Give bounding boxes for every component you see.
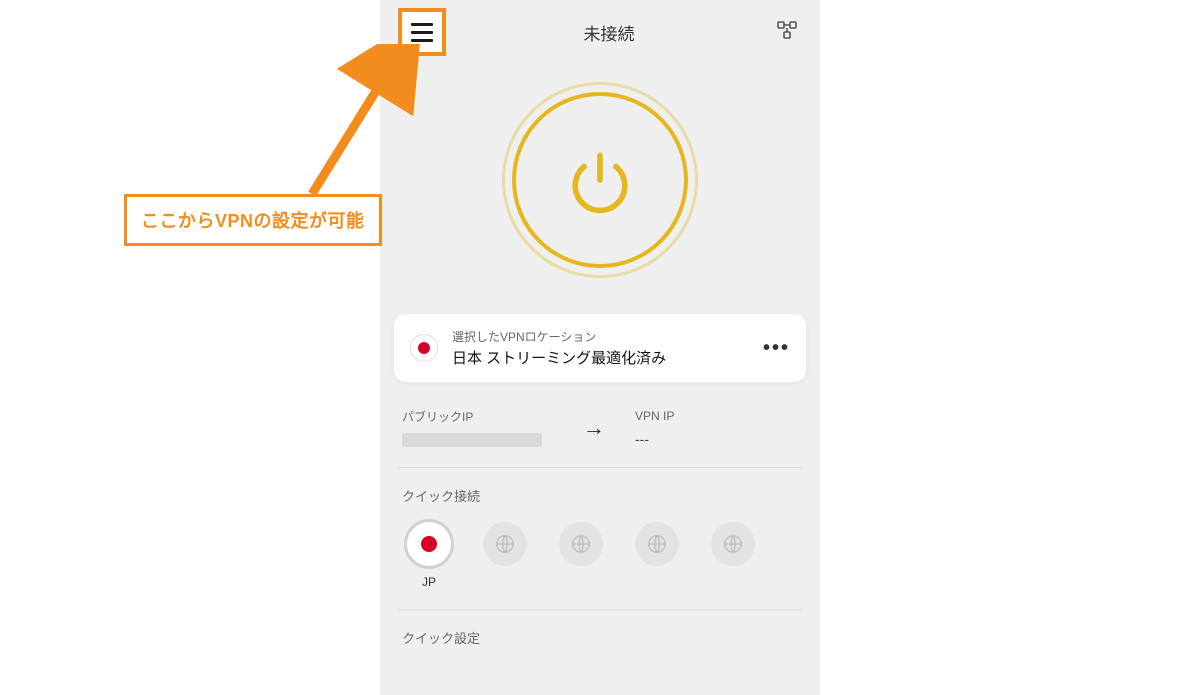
public-ip-col: パブリックIP xyxy=(402,408,565,447)
public-ip-masked xyxy=(402,433,542,447)
divider xyxy=(398,467,802,468)
app-header: 未接続 xyxy=(380,0,820,64)
hamburger-icon xyxy=(411,23,433,42)
menu-button[interactable] xyxy=(398,8,446,56)
widget-icon[interactable] xyxy=(775,18,799,47)
quick-connect-item[interactable] xyxy=(478,519,532,589)
quick-connect-label: クイック接続 xyxy=(402,486,798,505)
quick-connect-row: JP xyxy=(402,519,798,589)
location-card-label: 選択したVPNロケーション xyxy=(452,328,749,345)
quick-connect-item[interactable] xyxy=(706,519,760,589)
flag-jp-icon xyxy=(410,334,438,362)
power-button-area xyxy=(380,82,820,278)
globe-icon xyxy=(632,519,682,569)
divider xyxy=(398,609,802,610)
quick-connect-item[interactable]: JP xyxy=(402,519,456,589)
connection-status: 未接続 xyxy=(584,20,635,45)
location-card-text: 選択したVPNロケーション 日本 ストリーミング最適化済み xyxy=(452,328,749,368)
location-card-value: 日本 ストリーミング最適化済み xyxy=(452,347,749,368)
vpn-ip-value: --- xyxy=(635,431,798,447)
more-icon[interactable]: ••• xyxy=(763,337,790,360)
quick-settings-label: クイック設定 xyxy=(402,628,798,647)
vpn-ip-col: VPN IP --- xyxy=(635,409,798,447)
globe-icon xyxy=(708,519,758,569)
globe-icon xyxy=(480,519,530,569)
app-window: 未接続 xyxy=(380,0,820,695)
annotation-callout: ここからVPNの設定が可能 xyxy=(124,194,382,246)
arrow-right-icon: → xyxy=(583,415,605,441)
globe-icon xyxy=(556,519,606,569)
ip-row: パブリックIP → VPN IP --- xyxy=(402,408,798,447)
quick-connect-item[interactable] xyxy=(554,519,608,589)
public-ip-label: パブリックIP xyxy=(402,408,565,425)
power-icon xyxy=(564,144,636,216)
location-card[interactable]: 選択したVPNロケーション 日本 ストリーミング最適化済み ••• xyxy=(394,314,806,382)
flag-jp-icon xyxy=(404,519,454,569)
power-button[interactable] xyxy=(502,82,698,278)
quick-connect-item[interactable] xyxy=(630,519,684,589)
quick-connect-item-label: JP xyxy=(422,575,436,589)
vpn-ip-label: VPN IP xyxy=(635,409,798,423)
